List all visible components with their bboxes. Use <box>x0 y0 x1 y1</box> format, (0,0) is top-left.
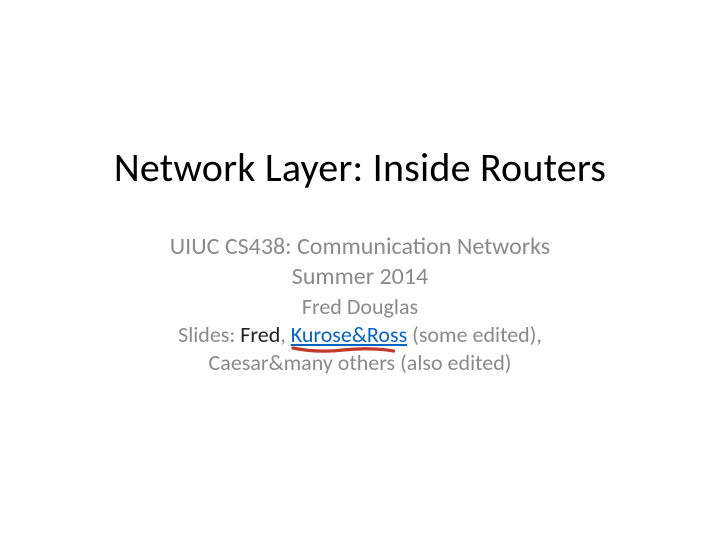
comma-sep: , <box>280 321 290 348</box>
slide-container: Network Layer: Inside Routers UIUC CS438… <box>0 143 720 378</box>
after-kurose: (some edited), <box>407 321 542 348</box>
kurose-ross-text: Kurose&Ross <box>291 321 407 348</box>
others-line: Caesar&many others (also edited) <box>170 349 550 377</box>
fred-label: Fred <box>240 321 280 348</box>
author-line: Fred Douglas <box>170 293 550 321</box>
slides-prefix: Slides: <box>178 321 240 348</box>
subtitle-block: UIUC CS438: Communication Networks Summe… <box>170 232 550 378</box>
kurose-ross-link[interactable]: Kurose&Ross <box>291 321 407 349</box>
slide-title: Network Layer: Inside Routers <box>114 143 606 192</box>
course-line: UIUC CS438: Communication Networks <box>170 232 550 263</box>
term-line: Summer 2014 <box>170 262 550 293</box>
slides-line: Slides: Fred, Kurose&Ross (some edited), <box>170 321 550 349</box>
